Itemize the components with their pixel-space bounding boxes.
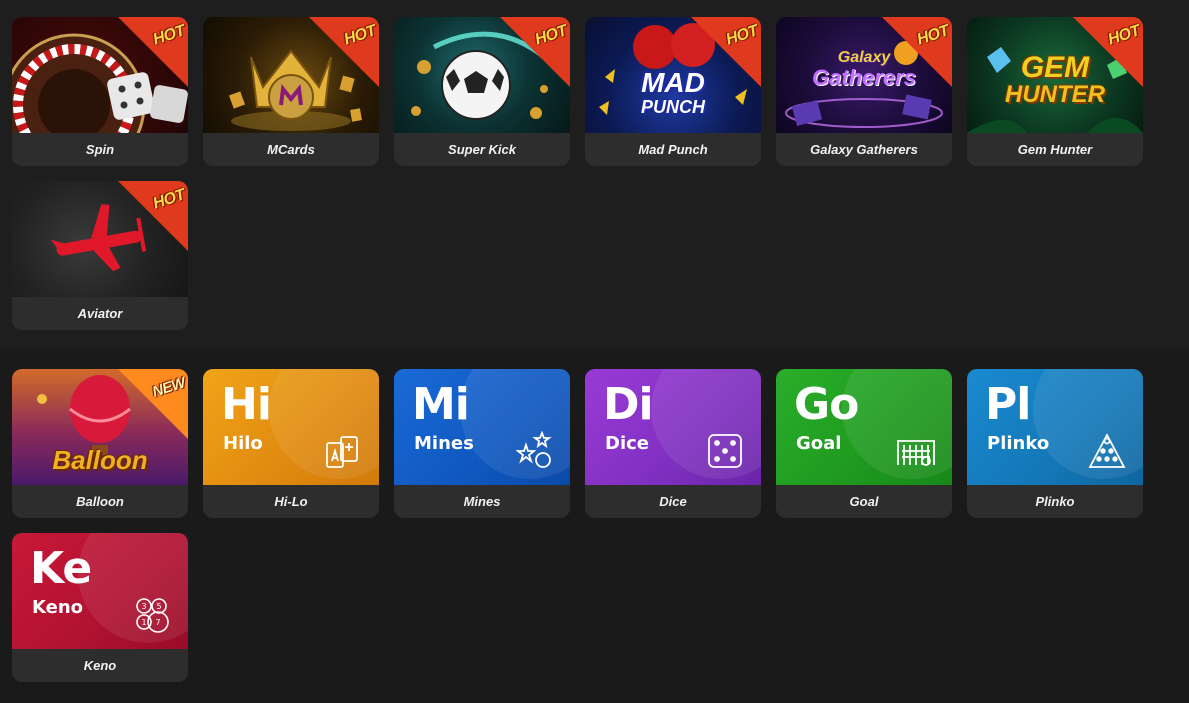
- galaxy-gatherers-thumbnail: Galaxy Gatherers HOT: [776, 17, 952, 133]
- game-abbr: Hi: [221, 379, 272, 430]
- hot-badge: HOT: [500, 17, 570, 87]
- spin-thumbnail: HOT: [12, 17, 188, 133]
- plinko-pyramid-icon: [1088, 433, 1126, 468]
- game-abbr: Pl: [985, 379, 1031, 430]
- game-title: Goal: [849, 494, 879, 509]
- super-kick-thumbnail: HOT: [394, 17, 570, 133]
- keno-balls-icon: 3 5 1 7: [136, 598, 169, 633]
- cards-icon: [326, 436, 358, 468]
- mini-games-grid: Balloon NEW Balloon Hi Hilo Hi-Lo Mi Min…: [12, 369, 1143, 682]
- hot-badge: HOT: [691, 17, 761, 87]
- game-abbr: Mi: [412, 379, 470, 430]
- mines-thumbnail: Mi Mines: [394, 369, 570, 485]
- keno-ball-label: 7: [155, 618, 160, 627]
- game-title: Mad Punch: [638, 142, 708, 157]
- game-title: Mines: [463, 494, 501, 509]
- goal-net-icon: [897, 440, 935, 466]
- game-card-mcards[interactable]: HOT MCards: [203, 17, 379, 166]
- keno-ball-label: 3: [141, 602, 146, 611]
- game-title: Hi-Lo: [274, 494, 308, 509]
- game-title: Plinko: [1035, 494, 1075, 509]
- game-label: Mines: [414, 433, 474, 454]
- gem-hunter-thumbnail: GEM HUNTER HOT: [967, 17, 1143, 133]
- game-title: Gem Hunter: [1017, 142, 1093, 157]
- hi-lo-thumbnail: Hi Hilo: [203, 369, 379, 485]
- game-abbr: Di: [603, 379, 654, 430]
- hot-badge: HOT: [118, 17, 188, 87]
- hot-badge: HOT: [309, 17, 379, 87]
- game-title: Aviator: [77, 306, 123, 321]
- game-card-aviator[interactable]: HOT Aviator: [12, 181, 188, 330]
- hot-badge: HOT: [118, 181, 188, 251]
- game-abbr: Ke: [30, 543, 92, 594]
- mad-punch-logo-line2: PUNCH: [640, 97, 705, 117]
- game-title: MCards: [267, 142, 315, 157]
- new-badge: NEW: [118, 369, 188, 439]
- game-card-gem-hunter[interactable]: GEM HUNTER HOT Gem Hunter: [967, 17, 1143, 166]
- stars-bomb-icon: [515, 431, 552, 468]
- game-label: Dice: [605, 433, 649, 454]
- keno-thumbnail: Ke Keno 3 5 1 7: [12, 533, 188, 649]
- game-label: Goal: [796, 433, 842, 454]
- game-card-goal[interactable]: Go Goal Goal: [776, 369, 952, 518]
- hot-badge: HOT: [1073, 17, 1143, 87]
- dice-thumbnail: Di Dice: [585, 369, 761, 485]
- game-title: Balloon: [76, 494, 124, 509]
- game-title: Galaxy Gatherers: [810, 142, 918, 157]
- game-label: Plinko: [987, 433, 1050, 454]
- mcards-thumbnail: HOT: [203, 17, 379, 133]
- game-card-mines[interactable]: Mi Mines Mines: [394, 369, 570, 518]
- game-card-galaxy-gatherers[interactable]: Galaxy Gatherers HOT Galaxy Gatherers: [776, 17, 952, 166]
- game-card-super-kick[interactable]: HOT Super Kick: [394, 17, 570, 166]
- featured-games-grid: HOT Spin HOT MCards HOT Super Kick MAD P…: [12, 17, 1143, 330]
- plinko-thumbnail: Pl Plinko: [967, 369, 1143, 485]
- dice-icon: [708, 434, 742, 468]
- game-card-dice[interactable]: Di Dice Dice: [585, 369, 761, 518]
- game-card-plinko[interactable]: Pl Plinko Plinko: [967, 369, 1143, 518]
- goal-thumbnail: Go Goal: [776, 369, 952, 485]
- game-card-balloon[interactable]: Balloon NEW Balloon: [12, 369, 188, 518]
- keno-ball-label: 1: [141, 618, 146, 627]
- balloon-thumbnail: Balloon NEW: [12, 369, 188, 485]
- mad-punch-thumbnail: MAD PUNCH HOT: [585, 17, 761, 133]
- game-card-hi-lo[interactable]: Hi Hilo Hi-Lo: [203, 369, 379, 518]
- aviator-thumbnail: HOT: [12, 181, 188, 297]
- game-title: Keno: [83, 658, 117, 673]
- game-label: Keno: [32, 597, 84, 618]
- game-title: Spin: [85, 142, 115, 157]
- game-label: Hilo: [223, 433, 263, 454]
- balloon-logo: Balloon: [52, 445, 148, 475]
- mini-games-section: Balloon NEW Balloon Hi Hilo Hi-Lo Mi Min…: [0, 351, 1189, 703]
- game-abbr: Go: [794, 379, 859, 430]
- game-card-spin[interactable]: HOT Spin: [12, 17, 188, 166]
- game-card-keno[interactable]: Ke Keno 3 5 1 7 Keno: [12, 533, 188, 682]
- game-title: Super Kick: [448, 142, 516, 157]
- game-title: Dice: [659, 494, 687, 509]
- featured-games-section: HOT Spin HOT MCards HOT Super Kick MAD P…: [0, 0, 1189, 351]
- keno-ball-label: 5: [156, 602, 161, 611]
- hot-badge: HOT: [882, 17, 952, 87]
- game-card-mad-punch[interactable]: MAD PUNCH HOT Mad Punch: [585, 17, 761, 166]
